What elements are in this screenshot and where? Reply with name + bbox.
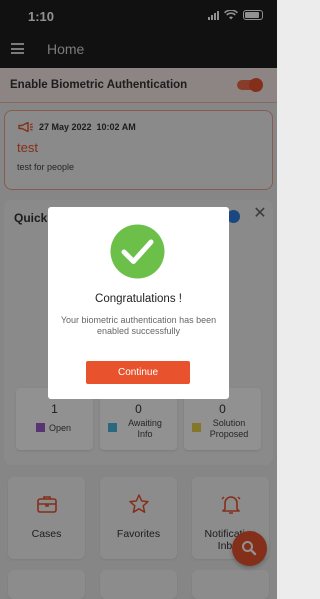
dialog-message: Your biometric authentication has been e… bbox=[60, 315, 217, 336]
check-circle-icon bbox=[110, 224, 165, 279]
continue-button[interactable]: Continue bbox=[86, 361, 190, 384]
success-dialog: Congratulations ! Your biometric authent… bbox=[48, 207, 229, 399]
dialog-title: Congratulations ! bbox=[95, 293, 182, 305]
